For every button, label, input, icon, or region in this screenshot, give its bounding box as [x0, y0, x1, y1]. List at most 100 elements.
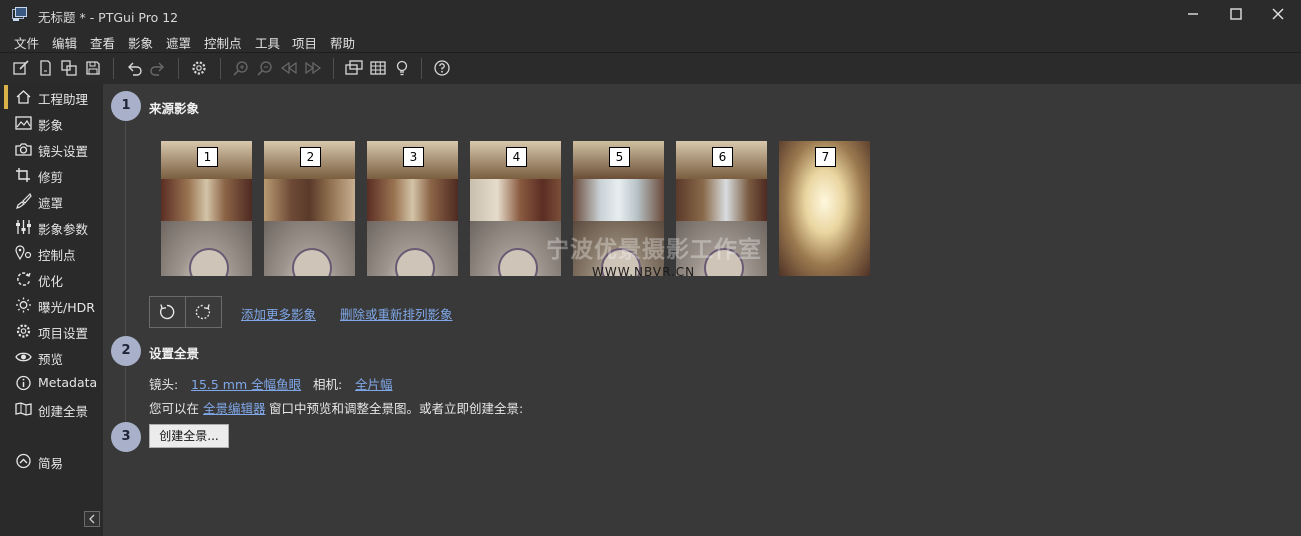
image-thumbnail[interactable]: 7	[779, 141, 870, 276]
menu-bar: 文件 编辑 查看 影象 遮罩 控制点 工具 项目 帮助	[0, 30, 1301, 52]
sidebar-item-simple[interactable]: 简易	[0, 449, 103, 473]
watermark-studio: 宁波优景摄影工作室	[546, 237, 762, 263]
first-icon[interactable]	[280, 59, 298, 77]
sidebar-item-label: 控制点	[38, 248, 76, 263]
help-icon[interactable]	[433, 59, 451, 77]
sidebar-item-crop[interactable]: 修剪	[0, 163, 103, 187]
panorama-editor-icon[interactable]	[345, 59, 363, 77]
toolbar-separator	[113, 58, 114, 79]
light-bulb-icon[interactable]	[393, 59, 411, 77]
watermark-url: WWW.NBVR.CN	[592, 265, 696, 279]
minimize-button[interactable]	[1172, 0, 1214, 28]
create-panorama-button[interactable]: 创建全景...	[149, 424, 229, 448]
title-bar: 无标题 * - PTGui Pro 12	[0, 0, 1301, 30]
edit-icon[interactable]	[12, 59, 30, 77]
sidebar-item-label: 修剪	[38, 170, 64, 185]
chevron-up-circle-icon	[15, 453, 32, 469]
map-icon	[15, 401, 32, 417]
image-thumbnail[interactable]: 1	[161, 141, 252, 276]
sidebar-item-label: Metadata	[38, 375, 98, 390]
sidebar-item-control-points[interactable]: 控制点	[0, 241, 103, 265]
collapse-sidebar-button[interactable]	[84, 511, 100, 527]
toolbar-separator	[421, 58, 422, 79]
sidebar-item-label: 预览	[38, 352, 64, 367]
image-thumbnail[interactable]: 2	[264, 141, 355, 276]
step-2-badge: 2	[111, 336, 141, 366]
remove-reorder-images-link[interactable]: 删除或重新排列影象	[340, 304, 453, 323]
undo-icon[interactable]	[125, 59, 143, 77]
rotate-right-icon	[195, 304, 211, 320]
step-2-title: 设置全景	[149, 346, 200, 361]
close-button[interactable]	[1257, 0, 1299, 28]
crop-icon	[15, 167, 32, 183]
copy-icon[interactable]	[60, 59, 78, 77]
sidebar-item-project-assistant[interactable]: 工程助理	[0, 85, 103, 109]
sidebar-item-label: 项目设置	[38, 326, 89, 341]
menu-help[interactable]: 帮助	[330, 33, 355, 52]
thumbnail-number: 1	[197, 147, 218, 167]
menu-images[interactable]: 影象	[128, 33, 153, 52]
sidebar-item-images[interactable]: 影象	[0, 111, 103, 135]
sidebar-item-label: 影象参数	[38, 222, 89, 237]
camera-icon	[15, 141, 32, 157]
toolbar-separator	[178, 58, 179, 79]
app-icon	[12, 7, 27, 21]
zoom-in-icon[interactable]	[232, 59, 250, 77]
close-icon	[1272, 8, 1284, 20]
menu-tools[interactable]: 工具	[255, 33, 280, 52]
sidebar-item-metadata[interactable]: Metadata	[0, 371, 103, 395]
gear-icon	[15, 323, 32, 339]
thumbnail-number: 2	[300, 147, 321, 167]
step-1-title: 来源影象	[149, 101, 200, 116]
lens-label: 镜头:	[149, 377, 179, 392]
settings-icon[interactable]	[190, 59, 208, 77]
home-icon	[15, 89, 32, 105]
sliders-icon	[15, 219, 32, 235]
sidebar-item-lens-settings[interactable]: 镜头设置	[0, 137, 103, 161]
camera-label: 相机:	[313, 377, 343, 392]
zoom-out-icon[interactable]	[256, 59, 274, 77]
rotate-left-icon	[159, 304, 175, 320]
sidebar-item-label: 镜头设置	[38, 144, 89, 159]
sidebar-item-mask[interactable]: 遮罩	[0, 189, 103, 213]
step-connector	[125, 367, 126, 421]
thumbnail-number: 5	[609, 147, 630, 167]
step-connector	[125, 122, 126, 336]
table-icon[interactable]	[369, 59, 387, 77]
project-assistant-panel: 1 来源影象 1 2 3 4 5 6 7 宁波优景摄影工作室 WWW.NBVR.…	[103, 84, 1301, 536]
menu-control-points[interactable]: 控制点	[204, 33, 242, 52]
camera-value-link[interactable]: 全片幅	[355, 374, 393, 393]
sidebar: 工程助理 影象 镜头设置 修剪 遮罩 影象参数 控制点 优化 曝光/HDR 项目…	[0, 84, 103, 536]
save-icon[interactable]	[84, 59, 102, 77]
sidebar-item-label: 简易	[38, 456, 64, 471]
panorama-editor-link[interactable]: 全景编辑器	[203, 398, 266, 417]
sidebar-item-preview[interactable]: 预览	[0, 345, 103, 369]
sidebar-item-exposure-hdr[interactable]: 曝光/HDR	[0, 293, 103, 317]
menu-file[interactable]: 文件	[14, 33, 39, 52]
rotate-right-button[interactable]	[186, 297, 221, 327]
hint-text-end: 窗口中预览和调整全景图。或者立即创建全景:	[269, 401, 524, 416]
lens-value-link[interactable]: 15.5 mm 全幅鱼眼	[191, 374, 301, 393]
rotate-button-group	[149, 296, 222, 328]
sidebar-item-create-panorama[interactable]: 创建全景	[0, 397, 103, 421]
sidebar-item-optimize[interactable]: 优化	[0, 267, 103, 291]
menu-edit[interactable]: 编辑	[52, 33, 77, 52]
sidebar-item-project-settings[interactable]: 项目设置	[0, 319, 103, 343]
new-document-icon[interactable]	[36, 59, 54, 77]
rotate-left-button[interactable]	[150, 297, 185, 327]
maximize-button[interactable]	[1215, 0, 1257, 28]
sidebar-item-image-parameters[interactable]: 影象参数	[0, 215, 103, 239]
redo-icon[interactable]	[149, 59, 167, 77]
menu-mask[interactable]: 遮罩	[166, 33, 191, 52]
sun-icon	[15, 297, 32, 313]
add-more-images-link[interactable]: 添加更多影象	[241, 304, 316, 323]
window-title: 无标题 * - PTGui Pro 12	[38, 10, 179, 25]
menu-project[interactable]: 项目	[292, 33, 317, 52]
thumbnail-number: 7	[815, 147, 836, 167]
mask-brush-icon	[15, 193, 32, 209]
toolbar-separator	[333, 58, 334, 79]
image-thumbnail[interactable]: 3	[367, 141, 458, 276]
toolbar	[0, 52, 1301, 85]
menu-view[interactable]: 查看	[90, 33, 115, 52]
last-icon[interactable]	[304, 59, 322, 77]
